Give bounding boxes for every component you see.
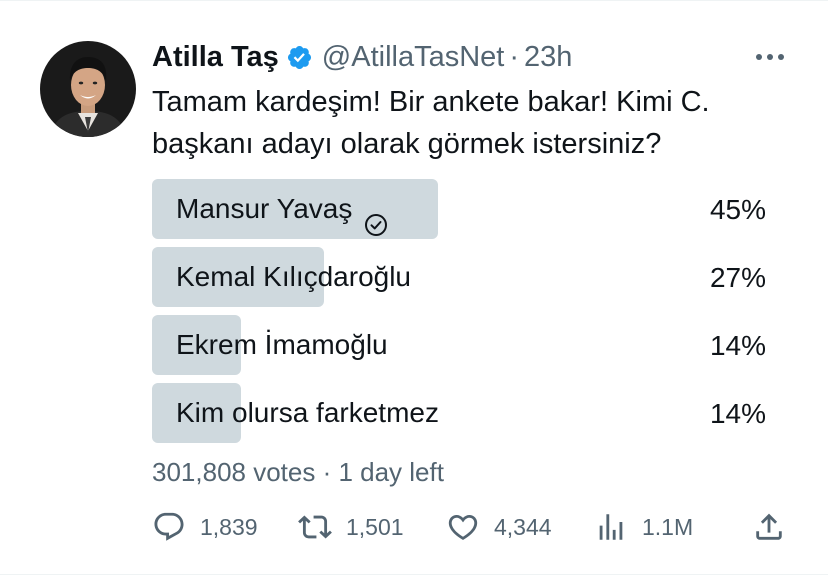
poll-option-label: Kim olursa farketmez bbox=[176, 397, 439, 428]
tweet[interactable]: Atilla Taş @AtillaTasNet · 23h Tamam kar… bbox=[0, 0, 828, 575]
avatar-image bbox=[40, 41, 136, 137]
tweet-text: Tamam kardeşim! Bir ankete bakar! Kimi C… bbox=[152, 81, 792, 165]
reply-button[interactable]: 1,839 bbox=[152, 507, 258, 547]
verified-badge-icon bbox=[286, 44, 313, 71]
tweet-timestamp[interactable]: 23h bbox=[524, 41, 572, 74]
like-count: 4,344 bbox=[494, 513, 552, 540]
poll-option-label: Ekrem İmamoğlu bbox=[176, 329, 388, 360]
poll-option: Ekrem İmamoğlu 14% bbox=[152, 315, 766, 375]
avatar[interactable] bbox=[40, 41, 136, 137]
poll-option-label: Kemal Kılıçdaroğlu bbox=[176, 261, 412, 292]
more-options-icon[interactable] bbox=[752, 43, 788, 71]
views-button[interactable]: 1.1M bbox=[594, 507, 693, 547]
check-circle-icon bbox=[364, 197, 388, 236]
poll-option-percent: 14% bbox=[709, 398, 766, 429]
retweet-icon bbox=[298, 510, 332, 544]
poll-option: Kemal Kılıçdaroğlu 27% bbox=[152, 247, 766, 307]
like-icon bbox=[446, 510, 480, 544]
tweet-text-line-2: başkanı adayı olarak görmek istersiniz? bbox=[152, 128, 662, 160]
tweet-header: Atilla Taş @AtillaTasNet · 23h bbox=[152, 37, 788, 77]
action-bar: 1,839 1,501 4,344 1.1M bbox=[152, 507, 792, 547]
share-button[interactable] bbox=[752, 507, 786, 547]
poll-option-label: Mansur Yavaş bbox=[176, 193, 353, 224]
share-icon bbox=[752, 510, 786, 544]
poll-option-percent: 27% bbox=[709, 262, 766, 293]
separator-dot: · bbox=[509, 40, 520, 73]
poll: Mansur Yavaş 45% Kemal Kılıçdaroğlu 27% … bbox=[152, 179, 766, 451]
poll-option-percent: 45% bbox=[709, 194, 766, 225]
views-count: 1.1M bbox=[642, 513, 694, 540]
retweet-button[interactable]: 1,501 bbox=[298, 507, 404, 547]
poll-option: Kim olursa farketmez 14% bbox=[152, 383, 766, 443]
like-button[interactable]: 4,344 bbox=[446, 507, 552, 547]
poll-option: Mansur Yavaş 45% bbox=[152, 179, 766, 239]
views-icon bbox=[594, 510, 628, 544]
tweet-text-line-1: Tamam kardeşim! Bir ankete bakar! Kimi C… bbox=[152, 86, 710, 118]
reply-icon bbox=[152, 510, 186, 544]
author-display-name[interactable]: Atilla Taş bbox=[152, 41, 279, 74]
author-handle[interactable]: @AtillaTasNet bbox=[322, 41, 505, 74]
reply-count: 1,839 bbox=[200, 513, 258, 540]
retweet-count: 1,501 bbox=[346, 513, 404, 540]
poll-meta: 301,808 votes · 1 day left bbox=[152, 457, 444, 487]
poll-option-percent: 14% bbox=[709, 330, 766, 361]
